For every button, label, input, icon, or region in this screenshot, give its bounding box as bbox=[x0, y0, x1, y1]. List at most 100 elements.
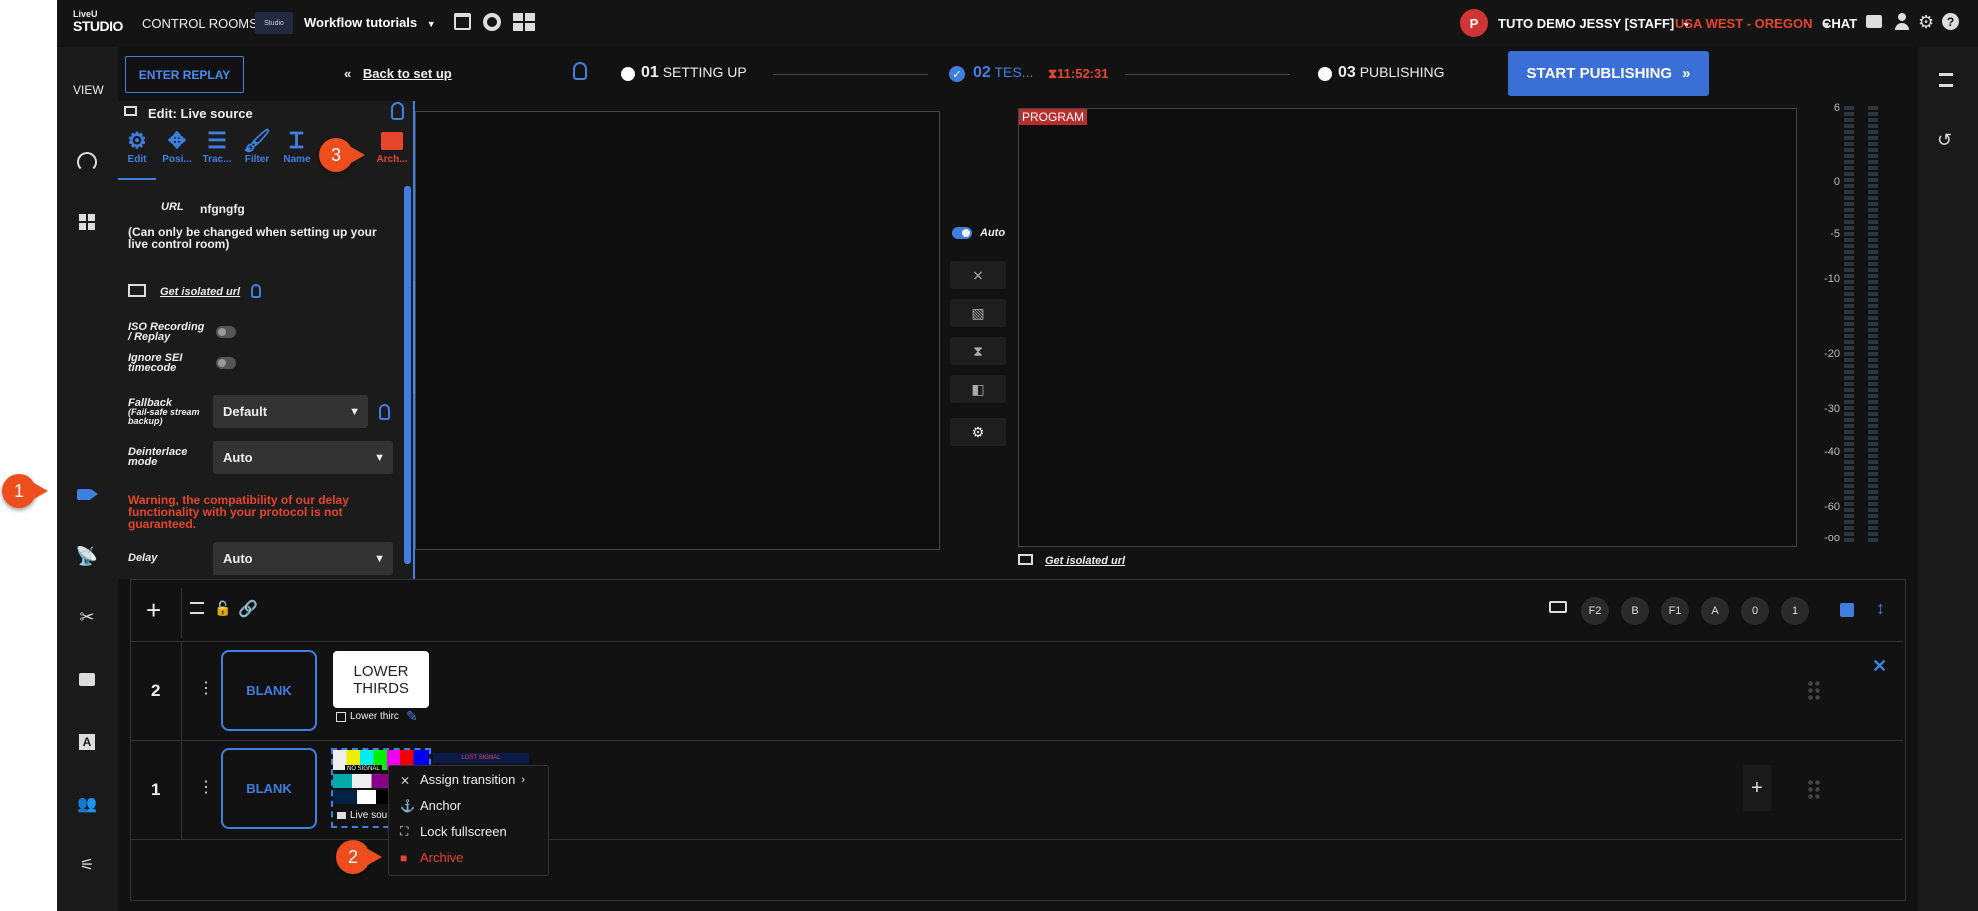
fallback-select[interactable]: Default ▼ bbox=[213, 395, 368, 428]
chat-card-icon[interactable] bbox=[74, 666, 100, 692]
layout-grid-icon[interactable] bbox=[74, 209, 100, 235]
menu-assign-transition[interactable]: ⨯ Assign transition › bbox=[400, 772, 525, 787]
preview-monitor[interactable] bbox=[415, 111, 940, 550]
program-monitor[interactable] bbox=[1018, 108, 1797, 547]
add-source-button[interactable]: + bbox=[1743, 765, 1771, 811]
layer-options-icon[interactable]: ⋮ bbox=[198, 681, 214, 697]
tab-archive[interactable]: Arch... bbox=[373, 128, 411, 178]
broadcast-icon[interactable]: 📡 bbox=[74, 543, 100, 569]
control-rooms-link[interactable]: CONTROL ROOMS bbox=[142, 16, 258, 31]
shortcut-1[interactable]: 1 bbox=[1781, 597, 1809, 625]
tab-tracks[interactable]: ☰ Trac... bbox=[198, 128, 236, 178]
drag-handle-icon[interactable] bbox=[1807, 680, 1821, 702]
keyboard-icon[interactable] bbox=[1549, 601, 1567, 613]
fullscreen-icon: ⛶ bbox=[400, 824, 409, 838]
meter-label: 6 bbox=[1833, 102, 1840, 114]
iso-recording-toggle[interactable] bbox=[216, 326, 236, 338]
notes-list-icon[interactable] bbox=[1939, 73, 1953, 87]
ignore-sei-toggle[interactable] bbox=[216, 357, 236, 369]
archive-box-icon: ■ bbox=[400, 850, 408, 865]
meter-label: -10 bbox=[1824, 273, 1840, 285]
panel-scrollbar[interactable] bbox=[404, 186, 411, 564]
layer-number: 1 bbox=[151, 780, 161, 799]
delay-select[interactable]: Auto ▼ bbox=[213, 542, 393, 575]
lost-signal-thumbnail[interactable]: LOST SIGNAL bbox=[433, 753, 529, 763]
shortcut-b[interactable]: B bbox=[1621, 597, 1649, 625]
pencil-icon[interactable]: ✎ bbox=[406, 708, 418, 725]
tab-filter[interactable]: 🖌 Filter bbox=[238, 128, 276, 178]
chat-button[interactable]: CHAT bbox=[1822, 16, 1857, 31]
view-label[interactable]: VIEW bbox=[73, 83, 104, 97]
back-to-setup-link[interactable]: « Back to set up bbox=[344, 66, 452, 81]
lower-thirds-thumbnail[interactable]: LOWER THIRDS bbox=[333, 651, 429, 708]
step3-dot-icon bbox=[1318, 67, 1332, 81]
get-isolated-url-link[interactable]: Get isolated url bbox=[160, 286, 240, 298]
drag-handle-icon[interactable] bbox=[1807, 779, 1821, 801]
ignore-sei-label: Ignore SEI timecode bbox=[128, 352, 183, 374]
shortcut-f1[interactable]: F1 bbox=[1661, 597, 1689, 625]
shortcut-0[interactable]: 0 bbox=[1741, 597, 1769, 625]
tab-edit[interactable]: ⚙ Edit bbox=[118, 128, 156, 180]
tab-position[interactable]: ✥ Posi... bbox=[158, 128, 196, 178]
enter-replay-label: ENTER REPLAY bbox=[138, 67, 231, 82]
blank-source[interactable]: BLANK bbox=[221, 650, 317, 731]
gear-icon[interactable]: ⚙ bbox=[1918, 13, 1934, 31]
shortcut-a[interactable]: A bbox=[1701, 597, 1729, 625]
scissors-icon[interactable]: ✂ bbox=[74, 604, 100, 630]
chat-bubble-icon[interactable] bbox=[1866, 15, 1882, 28]
hourglass-transition-button[interactable]: ⧗ bbox=[950, 337, 1006, 365]
undo-icon[interactable]: ↺ bbox=[1937, 130, 1952, 151]
start-publishing-button[interactable]: START PUBLISHING » bbox=[1508, 51, 1709, 96]
multiview-icon[interactable] bbox=[513, 13, 535, 31]
enter-replay-button[interactable]: ENTER REPLAY bbox=[125, 56, 244, 93]
user-avatar[interactable]: P bbox=[1460, 9, 1488, 37]
layer-options-icon[interactable]: ⋮ bbox=[198, 780, 214, 796]
tab-name[interactable]: Ꮖ Name bbox=[278, 128, 316, 178]
mixer-sliders-icon[interactable]: ⚟ bbox=[74, 852, 100, 878]
program-get-isolated-url-link[interactable]: Get isolated url bbox=[1045, 555, 1125, 567]
transition-settings-button[interactable]: ⚙ bbox=[950, 418, 1006, 446]
link-icon[interactable]: 🔗 bbox=[238, 599, 258, 619]
cut-transition-button[interactable]: ⨯ bbox=[950, 261, 1006, 289]
calendar-icon[interactable] bbox=[454, 13, 471, 30]
step1[interactable]: 01 SETTING UP bbox=[641, 64, 747, 82]
wipe-transition-button[interactable]: ▧ bbox=[950, 299, 1006, 327]
text-icon[interactable]: A bbox=[74, 729, 100, 755]
workflow-name: Workflow tutorials bbox=[304, 15, 418, 30]
close-icon[interactable]: ✕ bbox=[1872, 656, 1887, 677]
dashboard-gauge-icon[interactable] bbox=[74, 149, 100, 175]
lightbulb-icon[interactable] bbox=[379, 404, 390, 420]
step2[interactable]: 02 TES... bbox=[973, 64, 1033, 82]
lightbulb-icon[interactable] bbox=[251, 284, 261, 298]
user-menu[interactable]: TUTO DEMO JESSY [STAFF] ▼ bbox=[1498, 16, 1691, 31]
vertical-resize-icon[interactable]: ↕ bbox=[1876, 598, 1885, 619]
align-left-icon[interactable] bbox=[190, 602, 204, 614]
blank-source[interactable]: BLANK bbox=[221, 748, 317, 829]
person-icon[interactable] bbox=[1894, 13, 1910, 31]
move-arrows-icon: ✥ bbox=[167, 128, 187, 153]
step3[interactable]: 03 PUBLISHING bbox=[1338, 64, 1445, 82]
menu-archive[interactable]: ■ Archive bbox=[400, 850, 463, 865]
auto-toggle[interactable] bbox=[952, 227, 972, 239]
unlock-icon[interactable]: 🔓 bbox=[214, 600, 231, 617]
menu-anchor[interactable]: ⚓ Anchor bbox=[400, 798, 461, 813]
lightbulb-icon[interactable] bbox=[391, 102, 404, 120]
users-icon[interactable]: 👥 bbox=[74, 791, 100, 817]
deinterlace-value: Auto bbox=[223, 450, 253, 465]
menu-lock-fullscreen[interactable]: ⛶ Lock fullscreen bbox=[400, 824, 507, 839]
stinger-transition-button[interactable]: ◧ bbox=[950, 375, 1006, 403]
question-icon[interactable]: ? bbox=[1942, 13, 1959, 30]
workflow-selector[interactable]: Workflow tutorials ▼ bbox=[304, 15, 436, 30]
liveu-studio-logo[interactable]: LiveU STUDIO bbox=[73, 9, 129, 37]
audio-meter-scale: 6 0 -5 -10 -20 -30 -40 -60 -oo bbox=[1810, 100, 1840, 545]
region-selector[interactable]: USA WEST - OREGON ▼ bbox=[1675, 16, 1831, 31]
copy-layers-icon[interactable] bbox=[1840, 603, 1854, 617]
shortcut-f2[interactable]: F2 bbox=[1581, 597, 1609, 625]
lifebuoy-icon[interactable] bbox=[483, 13, 501, 31]
camera-icon[interactable] bbox=[74, 481, 100, 507]
lightbulb-icon[interactable] bbox=[573, 62, 587, 80]
add-layer-button[interactable]: + bbox=[146, 597, 161, 623]
deinterlace-select[interactable]: Auto ▼ bbox=[213, 441, 393, 474]
layer-divider bbox=[181, 741, 182, 839]
audio-meter-left bbox=[1844, 106, 1854, 544]
